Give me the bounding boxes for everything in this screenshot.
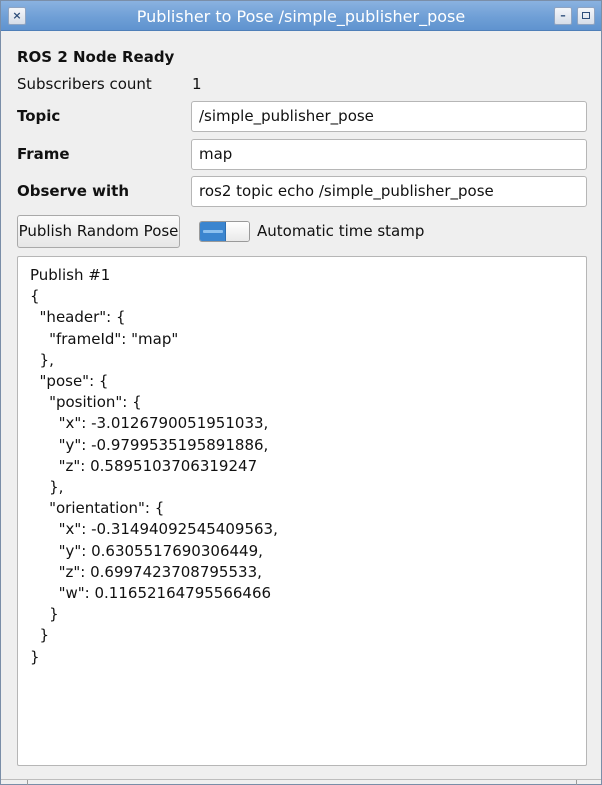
output-line: }, [30, 350, 54, 369]
subscribers-count-value: 1 [192, 75, 202, 93]
output-line: } [30, 647, 40, 666]
output-line: } [30, 626, 50, 645]
window-title: Publisher to Pose /simple_publisher_pose [136, 7, 466, 26]
maximize-icon[interactable] [577, 7, 595, 25]
output-line: Publish #1 [30, 266, 111, 284]
output-line: "header": { [30, 308, 126, 327]
publish-random-pose-button[interactable]: Publish Random Pose [17, 215, 180, 248]
output-line: "y": -0.9799535195891886, [30, 435, 269, 454]
output-line: "z": 0.5895103706319247 [30, 456, 258, 475]
observe-with-field[interactable]: ros2 topic echo /simple_publisher_pose [191, 176, 587, 207]
output-line: "x": -0.31494092545409563, [30, 520, 278, 539]
publish-output-area[interactable]: Publish #1 { "header": { "frameId": "map"… [17, 256, 587, 766]
minimize-icon[interactable]: – [554, 7, 572, 25]
topic-field[interactable]: /simple_publisher_pose [191, 101, 587, 132]
title-bar[interactable]: × Publisher to Pose /simple_publisher_po… [1, 1, 601, 31]
resize-grip-right[interactable] [576, 780, 577, 785]
observe-with-label: Observe with [17, 182, 130, 200]
timestamp-toggle-label: Automatic time stamp [257, 222, 425, 240]
topic-label: Topic [17, 107, 61, 125]
output-line: "orientation": { [30, 499, 165, 518]
output-line: "pose": { [30, 372, 109, 391]
output-line: "z": 0.6997423708795533, [30, 562, 262, 581]
frame-field[interactable]: map [191, 139, 587, 170]
node-status-text: ROS 2 Node Ready [17, 48, 175, 66]
output-line: "y": 0.6305517690306449, [30, 541, 263, 560]
output-line: "frameId": "map" [30, 329, 179, 348]
output-line: }, [30, 478, 64, 497]
output-line: { [30, 287, 40, 306]
app-window: × Publisher to Pose /simple_publisher_po… [0, 0, 602, 785]
output-line: "w": 0.11652164795566466 [30, 584, 272, 603]
frame-label: Frame [17, 145, 70, 163]
subscribers-count-label: Subscribers count [17, 75, 152, 93]
resize-grip-left[interactable] [27, 780, 28, 785]
output-line: "position": { [30, 393, 142, 412]
output-line: } [30, 605, 59, 624]
output-line: "x": -3.0126790051951033, [30, 414, 269, 433]
timestamp-toggle[interactable] [199, 221, 250, 242]
bottom-divider [1, 779, 601, 780]
